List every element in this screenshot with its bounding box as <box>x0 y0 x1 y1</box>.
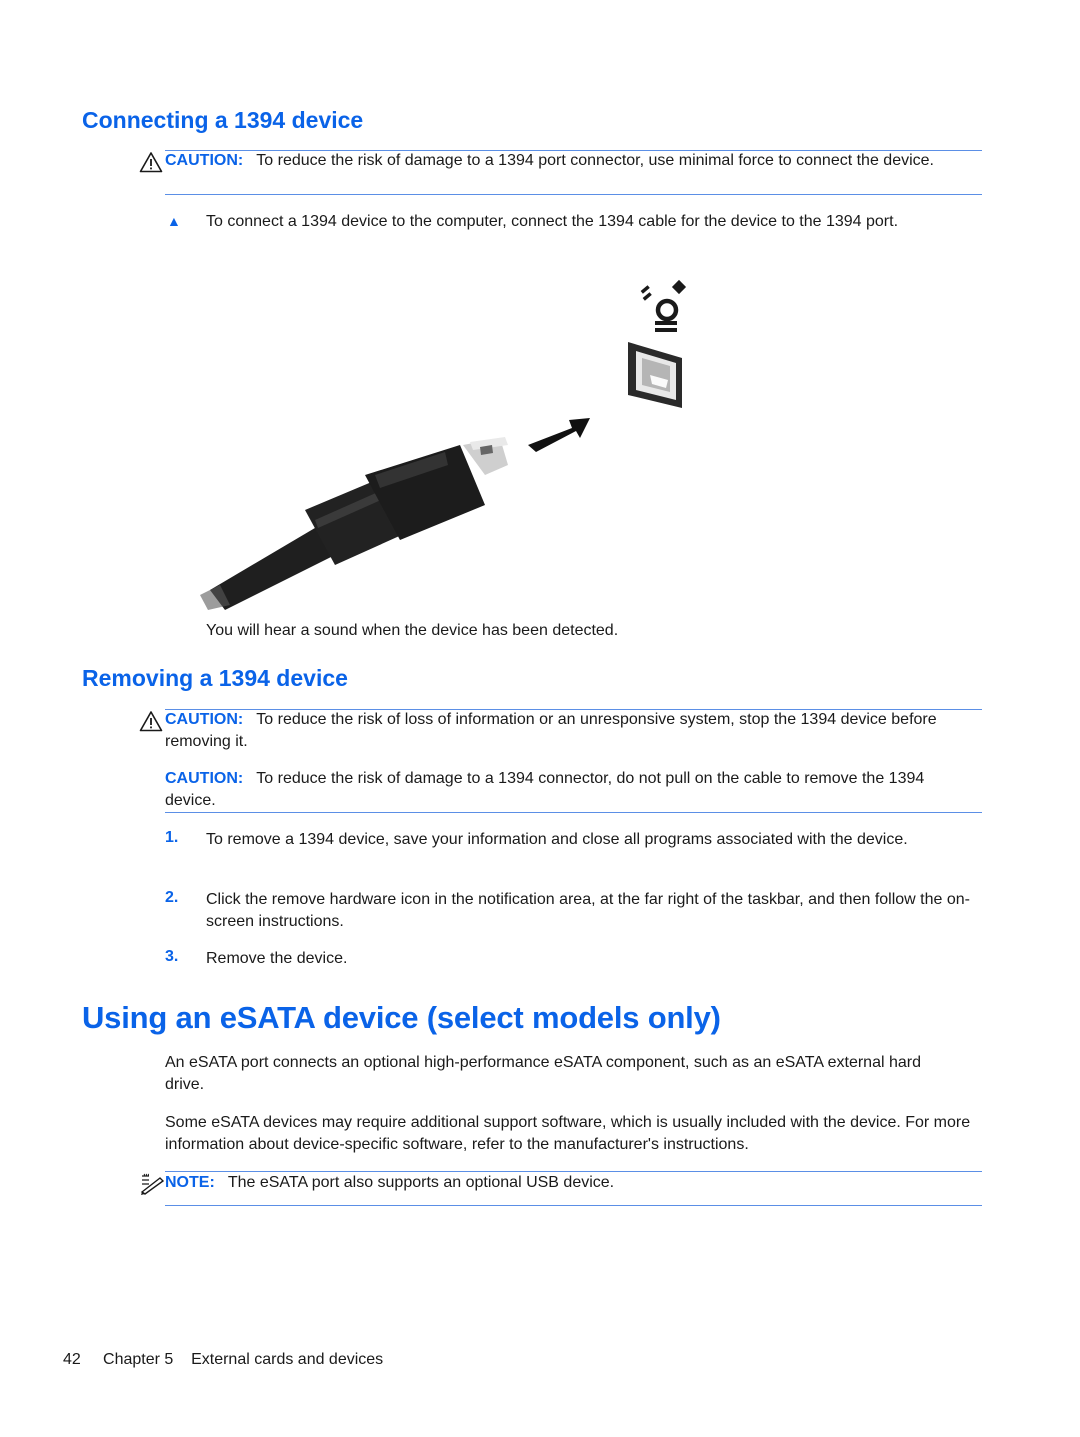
caution-remove-1: CAUTION: To reduce the risk of loss of i… <box>165 709 955 752</box>
caution-bottom-rule <box>165 194 982 195</box>
caution-label: CAUTION: <box>165 152 244 169</box>
connect-step-text: To connect a 1394 device to the computer… <box>206 213 899 230</box>
caution-text: To reduce the risk of damage to a 1394 c… <box>165 770 925 809</box>
chapter-title: External cards and devices <box>191 1351 384 1368</box>
remove-step-3: Remove the device. <box>206 950 348 967</box>
step-number: 1. <box>165 829 179 846</box>
step-number: 3. <box>165 948 179 965</box>
esata-paragraph-1: An eSATA port connects an optional high-… <box>165 1054 921 1093</box>
detected-text: You will hear a sound when the device ha… <box>206 622 619 639</box>
note-pencil-icon <box>140 1173 165 1200</box>
step-number: 2. <box>165 889 179 906</box>
note-bottom-rule <box>165 1205 982 1206</box>
firewire-cable-plug <box>200 437 508 610</box>
caution-text: To reduce the risk of loss of informatio… <box>165 711 937 750</box>
note-text: The eSATA port also supports an optional… <box>227 1174 615 1191</box>
caution-warning-icon <box>139 151 163 178</box>
heading-esata: Using an eSATA device (select models onl… <box>82 1000 721 1035</box>
insert-arrow-icon <box>528 418 590 452</box>
page-number: 42 <box>63 1351 81 1368</box>
heading-connecting-1394: Connecting a 1394 device <box>82 107 364 133</box>
caution-warning-icon <box>139 710 163 737</box>
caution-bottom-rule <box>165 812 982 813</box>
illustration-1394-connection <box>200 270 720 610</box>
page-footer: 42 Chapter 5 External cards and devices <box>63 1349 383 1371</box>
chapter-label: Chapter 5 <box>103 1351 174 1368</box>
firewire-port-icon <box>628 342 682 408</box>
remove-step-2: Click the remove hardware icon in the no… <box>206 891 970 930</box>
caution-text: To reduce the risk of damage to a 1394 p… <box>256 152 934 169</box>
caution-label: CAUTION: <box>165 770 244 787</box>
remove-step-1: To remove a 1394 device, save your infor… <box>206 831 908 848</box>
firewire-symbol-icon <box>640 279 687 332</box>
caution-label: CAUTION: <box>165 711 244 728</box>
step-triangle-icon: ▲ <box>167 213 181 229</box>
caution-connect: CAUTION: To reduce the risk of damage to… <box>165 150 985 172</box>
caution-remove-2: CAUTION: To reduce the risk of damage to… <box>165 768 975 811</box>
heading-removing-1394: Removing a 1394 device <box>82 665 348 691</box>
note-esata: NOTE: The eSATA port also supports an op… <box>165 1172 965 1194</box>
note-label: NOTE: <box>165 1174 215 1191</box>
esata-paragraph-2: Some eSATA devices may require additiona… <box>165 1114 971 1153</box>
